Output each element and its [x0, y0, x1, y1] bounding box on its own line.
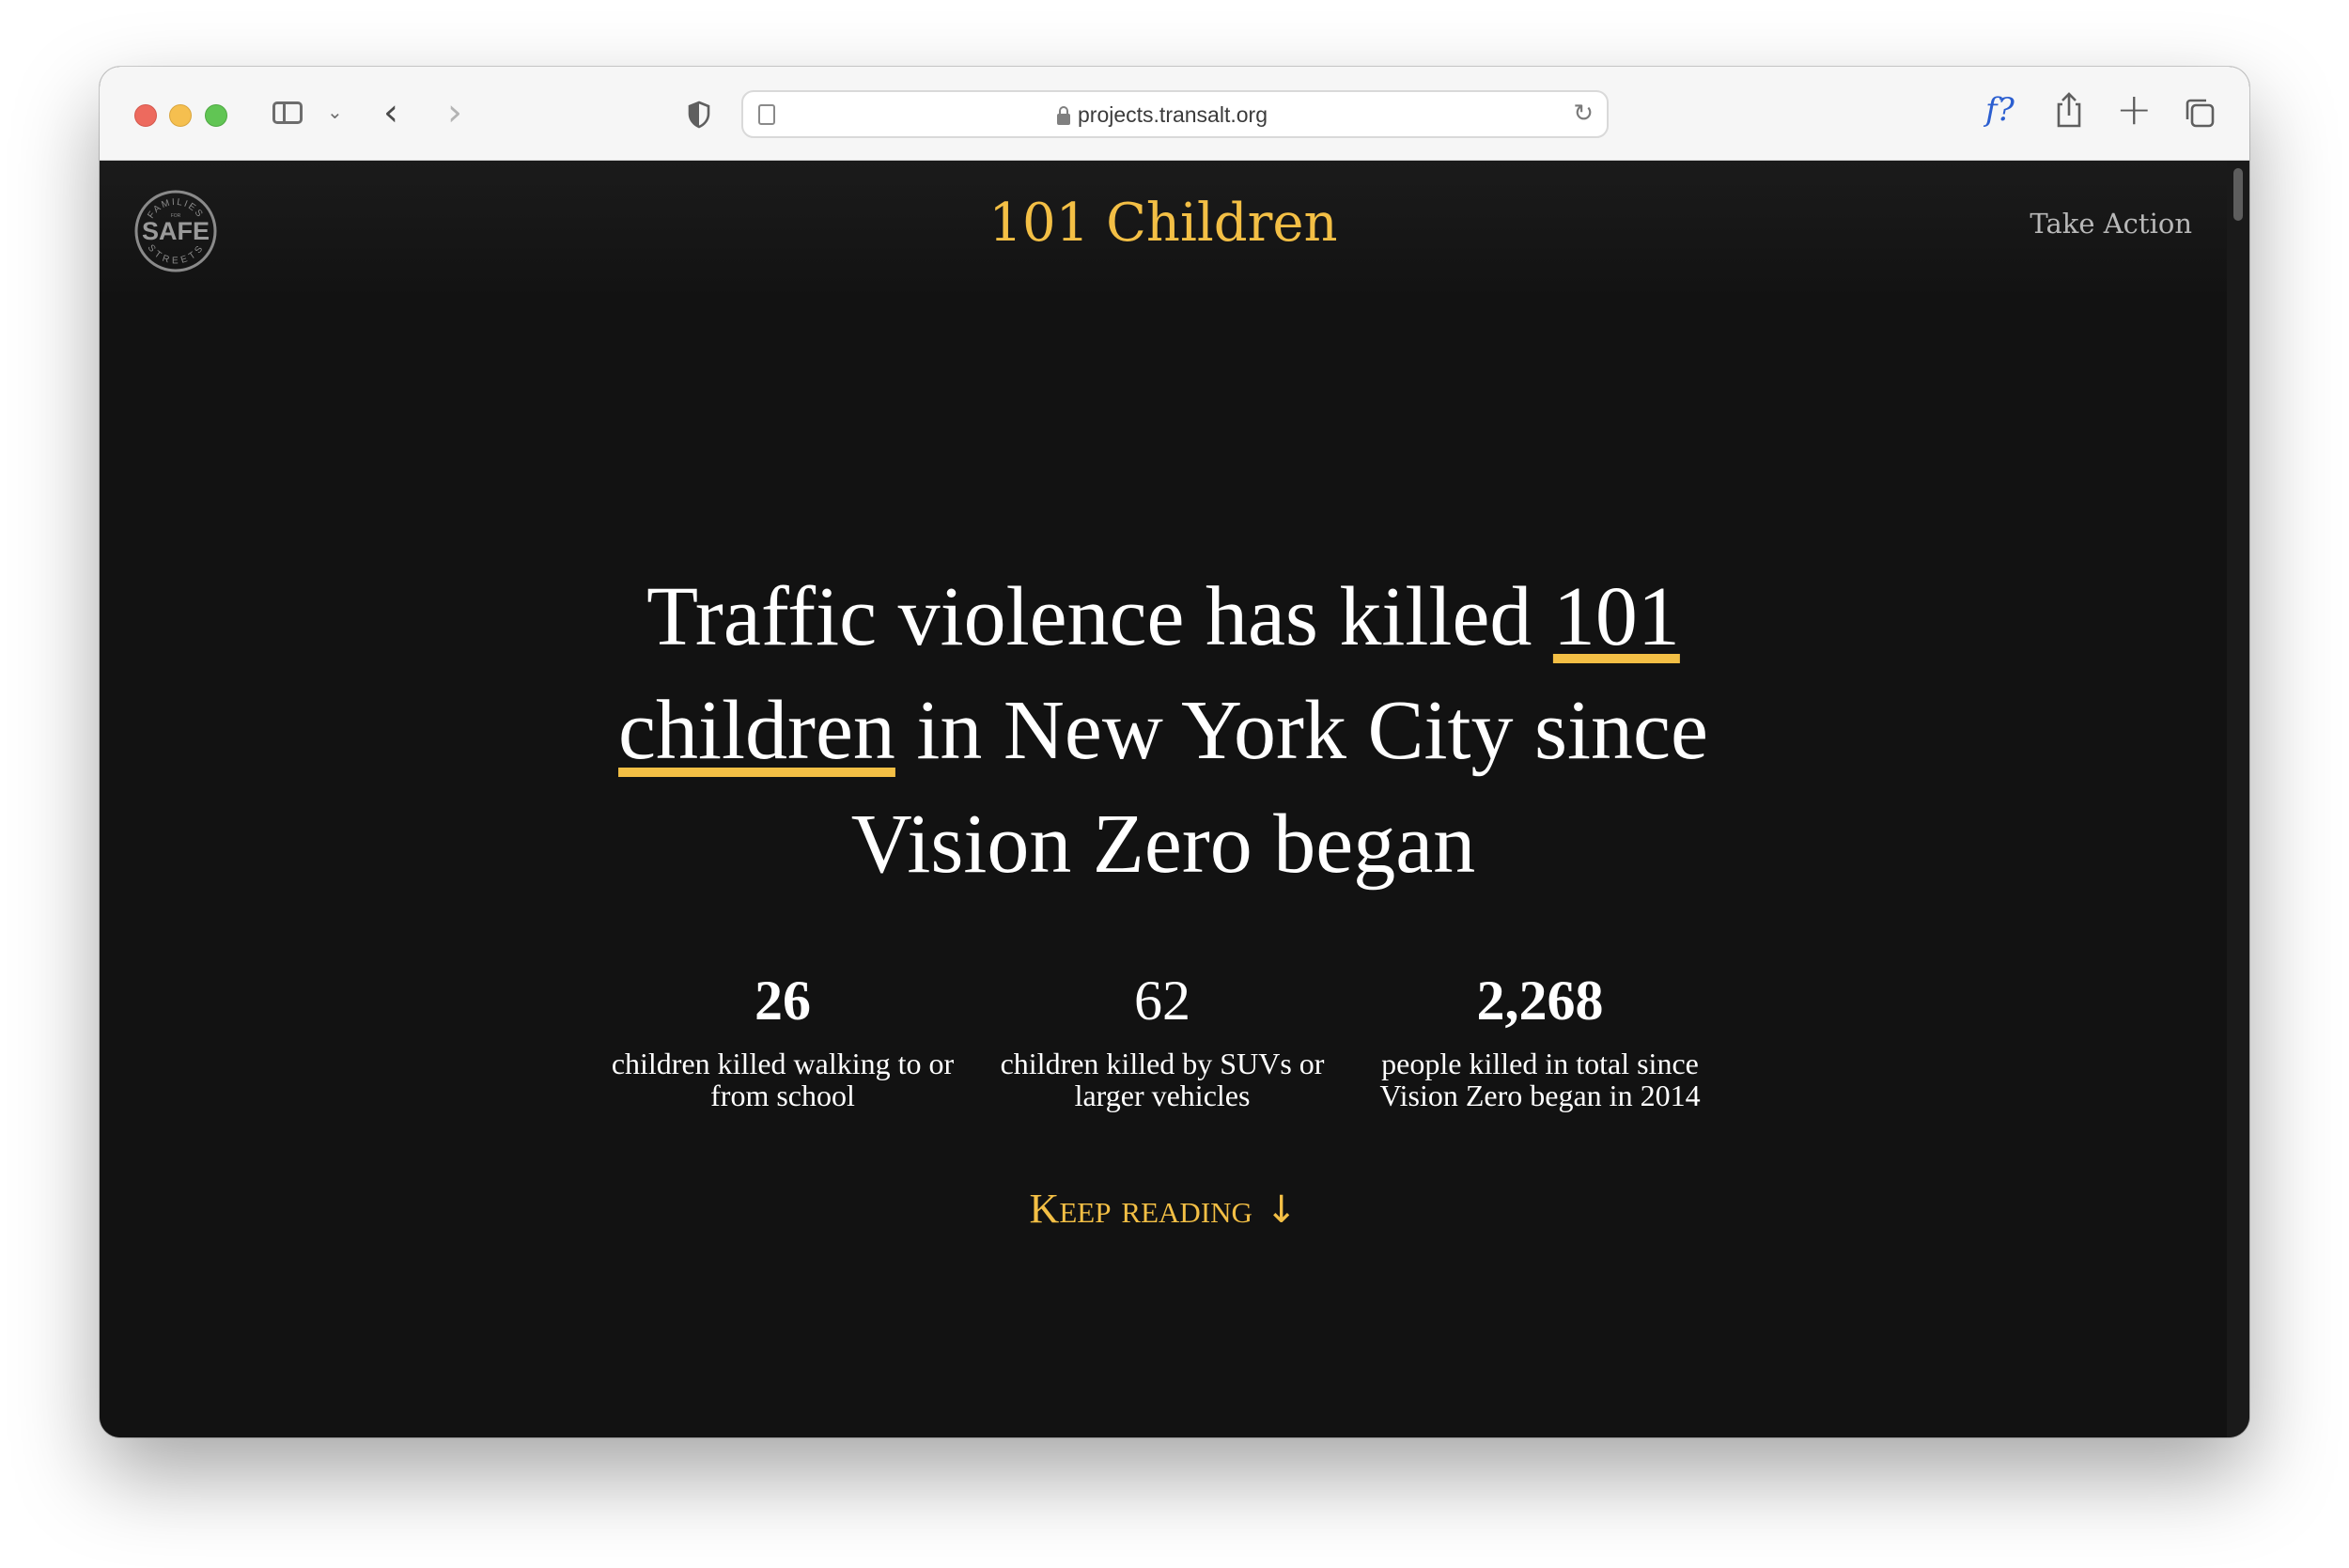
stat-item: 26 children killed walking to or from sc…: [604, 967, 961, 1111]
tabs-icon[interactable]: [2184, 97, 2216, 129]
back-icon[interactable]: ‹: [383, 91, 398, 134]
stat-label: people killed in total since Vision Zero…: [1379, 1047, 1701, 1112]
shield-icon[interactable]: [687, 101, 711, 129]
plus-icon[interactable]: +: [2116, 84, 2153, 134]
stat-number: 26: [754, 970, 811, 1032]
maximize-window-button[interactable]: [205, 104, 227, 127]
headline-text-start: Traffic violence has killed: [646, 570, 1553, 663]
hero-headline: Traffic violence has killed 101 children…: [599, 560, 1727, 901]
keep-reading-link[interactable]: Keep reading ↓: [100, 1185, 2227, 1233]
arrow-down-icon: ↓: [1265, 1188, 1298, 1232]
url-text: projects.transalt.org: [1078, 102, 1268, 127]
scrollbar[interactable]: [2227, 161, 2249, 1437]
browser-window: ⌄ ‹ › projects.transalt.org ↻ f? + FAMIL…: [100, 67, 2249, 1437]
browser-toolbar: ⌄ ‹ › projects.transalt.org ↻ f? +: [100, 67, 2249, 161]
reload-icon[interactable]: ↻: [1573, 100, 1594, 128]
share-icon[interactable]: [2054, 91, 2084, 129]
site-title[interactable]: 101 Children: [100, 193, 2227, 254]
stat-label: children killed walking to or from schoo…: [611, 1047, 955, 1112]
address-bar[interactable]: projects.transalt.org ↻: [741, 90, 1609, 138]
scrollbar-thumb[interactable]: [2233, 168, 2243, 221]
stat-number: 2,268: [1476, 970, 1604, 1032]
fx-icon[interactable]: f?: [1985, 91, 2015, 129]
forward-icon[interactable]: ›: [447, 91, 462, 134]
stat-number: 62: [1134, 970, 1190, 1032]
headline-text-end: in New York City since Vision Zero began: [850, 684, 1708, 891]
stat-label: children killed by SUVs or larger vehicl…: [1000, 1047, 1325, 1112]
take-action-link[interactable]: Take Action: [2030, 208, 2192, 240]
stat-item: 2,268 people killed in total since Visio…: [1361, 967, 1719, 1111]
site-header: FAMILIES FOR SAFE STREETS 101 Children T…: [100, 161, 2227, 302]
page-content: FAMILIES FOR SAFE STREETS 101 Children T…: [100, 161, 2227, 1437]
close-window-button[interactable]: [134, 104, 157, 127]
minimize-window-button[interactable]: [169, 104, 192, 127]
chevron-down-icon[interactable]: ⌄: [327, 101, 343, 123]
reader-icon[interactable]: [758, 104, 775, 125]
lock-icon: [1057, 106, 1070, 125]
stat-item: 62 children killed by SUVs or larger veh…: [984, 967, 1341, 1111]
keep-reading-label: Keep reading: [1029, 1186, 1252, 1232]
sidebar-icon[interactable]: [272, 101, 303, 124]
